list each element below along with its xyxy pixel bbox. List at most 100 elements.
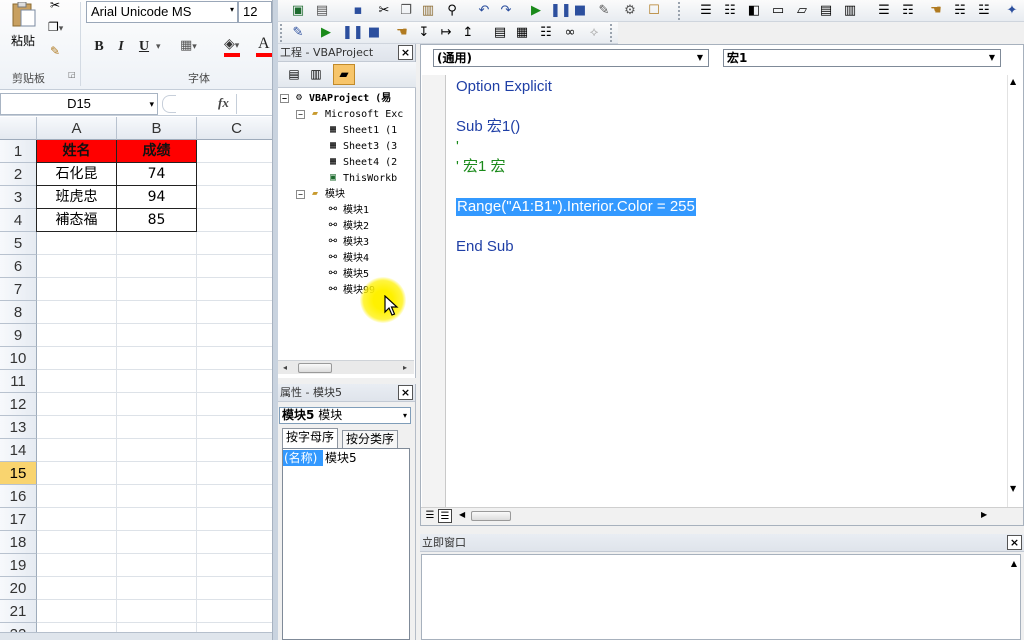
comment-block-icon[interactable]: ▭ (770, 3, 786, 19)
grid-cell[interactable] (117, 370, 197, 393)
grid-cell[interactable] (117, 416, 197, 439)
grid-cell[interactable] (117, 531, 197, 554)
grid-cell[interactable] (197, 508, 272, 531)
grid-cell[interactable] (197, 347, 272, 370)
grid-cell[interactable] (117, 554, 197, 577)
break-icon[interactable]: ❚❚ (550, 3, 572, 19)
undo-icon[interactable]: ↶ (476, 3, 492, 19)
grid-cell[interactable] (37, 416, 117, 439)
immediate-window-icon[interactable]: ▦ (514, 25, 530, 41)
row-header[interactable]: 7 (0, 278, 37, 301)
row-header[interactable]: 8 (0, 301, 37, 324)
table-header-cell[interactable]: 姓名 (37, 140, 117, 163)
row-header[interactable]: 5 (0, 232, 37, 255)
grid-cell[interactable] (197, 370, 272, 393)
tab-alphabetic[interactable]: 按字母序 (282, 428, 339, 449)
grid-cell[interactable] (197, 324, 272, 347)
fill-color-icon[interactable]: ◈▾ (224, 36, 239, 52)
grid-cell[interactable] (197, 531, 272, 554)
column-header-c[interactable]: C (197, 117, 272, 140)
grid-cell[interactable] (37, 393, 117, 416)
outdent-icon[interactable]: ☷ (722, 3, 738, 19)
toolbar-grip[interactable] (610, 24, 615, 42)
sheet-tab-bar[interactable] (0, 632, 272, 640)
break-icon[interactable]: ❚❚ (342, 25, 364, 41)
underline-button[interactable]: U (135, 38, 153, 56)
view-object-icon[interactable]: ▥ (308, 67, 324, 83)
save-icon[interactable]: ▪ (350, 3, 366, 19)
grid-cell[interactable] (37, 301, 117, 324)
grid-cell[interactable] (197, 462, 272, 485)
scroll-down-icon[interactable]: ▼ (1010, 484, 1016, 493)
grid-cell[interactable] (37, 600, 117, 623)
code-line[interactable]: ' (456, 138, 459, 156)
tree-item[interactable]: − ▰ 模块 (296, 188, 345, 202)
select-all-corner[interactable] (0, 117, 37, 140)
grid-cell[interactable] (197, 600, 272, 623)
grid-cell[interactable] (37, 554, 117, 577)
uncomment-block-icon[interactable]: ▱ (794, 3, 810, 19)
scroll-up-icon[interactable]: ▲ (1010, 77, 1016, 86)
column-header-a[interactable]: A (37, 117, 117, 140)
procedure-view-icon[interactable]: ☰ (423, 509, 437, 523)
step-over-icon[interactable]: ↦ (438, 25, 454, 41)
properties-icon[interactable]: ☐ (646, 3, 662, 19)
grid-cell[interactable] (117, 485, 197, 508)
tree-item[interactable]: ▦ Sheet4 (2 (326, 156, 397, 170)
grid-cell[interactable] (37, 324, 117, 347)
grid-cell[interactable] (197, 554, 272, 577)
grid-cell[interactable] (197, 577, 272, 600)
object-combo[interactable]: (通用) ▼ (433, 49, 709, 67)
scroll-up-icon[interactable]: ▲ (1011, 559, 1017, 568)
row-header[interactable]: 15 (0, 462, 37, 485)
grid-cell[interactable] (37, 278, 117, 301)
worksheet-grid[interactable]: A B C 1234567891011121314151617181920212… (0, 117, 272, 640)
code-line[interactable]: Option Explicit (456, 78, 552, 96)
grid-cell[interactable] (117, 301, 197, 324)
property-value-cell[interactable]: 模块5 (325, 450, 357, 466)
row-header[interactable]: 14 (0, 439, 37, 462)
step-out-icon[interactable]: ↥ (460, 25, 476, 41)
row-header[interactable]: 13 (0, 416, 37, 439)
grid-cell[interactable] (117, 508, 197, 531)
grid-cell[interactable] (197, 301, 272, 324)
row-header[interactable]: 3 (0, 186, 37, 209)
row-header[interactable]: 1 (0, 140, 37, 163)
grid-cell[interactable] (37, 370, 117, 393)
formula-input[interactable] (236, 94, 272, 114)
quick-info-icon[interactable]: ▥ (842, 3, 858, 19)
row-header[interactable]: 19 (0, 554, 37, 577)
toolbar-grip[interactable] (280, 24, 285, 42)
close-icon[interactable]: × (1007, 535, 1022, 550)
reset-icon[interactable]: ■ (366, 25, 382, 41)
project-tree[interactable]: − ⚙ VBAProject (易 − ▰ Microsoft Exc ▦ Sheet1 (1… (280, 92, 414, 364)
watch-icon[interactable]: ☵ (952, 3, 968, 19)
grid-cell[interactable] (197, 140, 272, 163)
grid-cell[interactable] (197, 209, 272, 232)
step-into-icon[interactable]: ↧ (416, 25, 432, 41)
paste-button[interactable]: 粘贴 (6, 2, 42, 48)
grid-cell[interactable] (197, 186, 272, 209)
grid-cell[interactable] (37, 462, 117, 485)
grid-cell[interactable] (37, 485, 117, 508)
copy-icon[interactable]: ❐▾ (48, 20, 63, 34)
next-bookmark-icon[interactable]: ☶ (900, 3, 916, 19)
table-cell[interactable]: 85 (117, 209, 197, 232)
wand-icon[interactable]: ✦ (1004, 3, 1020, 19)
collapse-icon[interactable]: − (280, 93, 289, 103)
tree-item[interactable]: ⚯ 模块3 (326, 236, 369, 250)
clipboard-launcher-icon[interactable]: ◲ (68, 70, 76, 79)
scroll-right-icon[interactable]: ▸ (398, 361, 412, 375)
grid-cell[interactable] (117, 347, 197, 370)
view-excel-icon[interactable]: ▣ (290, 3, 306, 19)
grid-cell[interactable] (197, 232, 272, 255)
design-mode-icon[interactable]: ✎ (596, 3, 612, 19)
row-header[interactable]: 18 (0, 531, 37, 554)
list-constants-icon[interactable]: ▤ (818, 3, 834, 19)
grid-cell[interactable] (117, 462, 197, 485)
hand-icon[interactable]: ☚ (928, 3, 944, 19)
grid-cell[interactable] (117, 600, 197, 623)
grid-cell[interactable] (37, 347, 117, 370)
toggle-folders-icon[interactable]: ▰ (333, 64, 355, 85)
breakpoint-margin[interactable] (422, 75, 446, 511)
